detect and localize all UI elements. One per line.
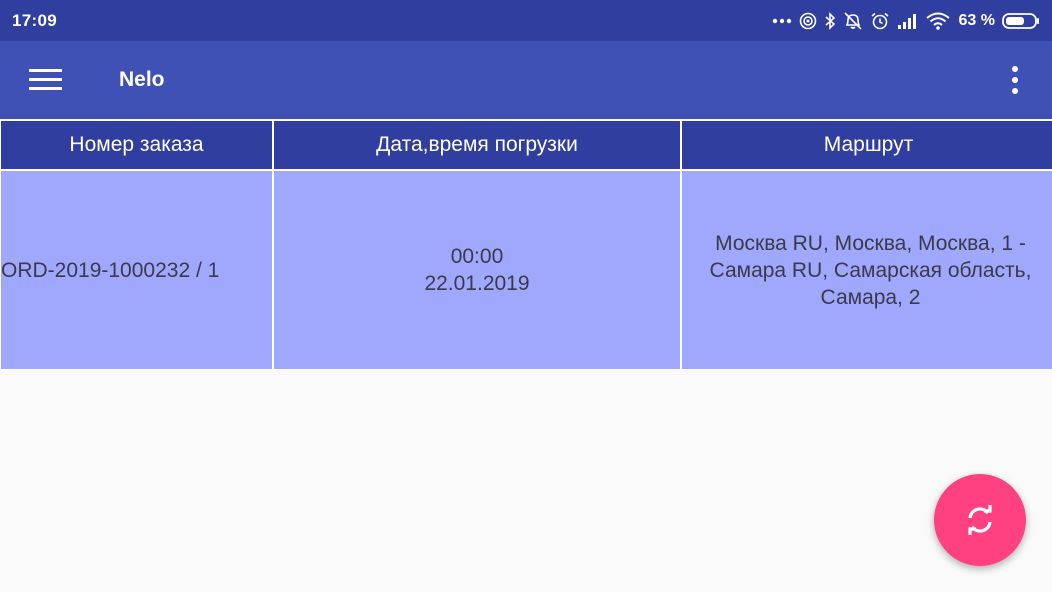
route-text: Москва RU, Москва, Москва, 1 - Самара RU… [686, 230, 1052, 311]
header-order-number[interactable]: Номер заказа [0, 120, 273, 170]
loading-time: 00:00 [450, 245, 504, 268]
table-header-row: Номер заказа Дата,время погрузки Маршрут [0, 120, 1052, 170]
app-bar: Nelo [0, 41, 1052, 119]
hotspot-icon [799, 12, 816, 29]
more-dots-icon [772, 18, 791, 23]
status-bar: 17:09 63 % [0, 0, 1052, 41]
order-number: ORD-2019-1000232 / 1 [1, 258, 220, 282]
route-line-1: Москва RU, Москва, Москва, 1 - [715, 231, 1026, 255]
route-cell[interactable]: Москва RU, Москва, Москва, 1 - Самара RU… [681, 170, 1052, 370]
order-number-cell[interactable]: ORD-2019-1000232 / 1 [0, 170, 273, 370]
loading-datetime-cell[interactable]: 00:00 22.01.2019 [273, 170, 681, 370]
orders-table: Номер заказа Дата,время погрузки Маршрут… [0, 120, 1052, 370]
battery-percent: 63 % [958, 11, 995, 29]
refresh-icon [968, 505, 992, 535]
status-time: 17:09 [12, 10, 57, 30]
refresh-button[interactable] [934, 474, 1026, 566]
bluetooth-icon [825, 11, 835, 30]
table-row[interactable]: ORD-2019-1000232 / 1 00:00 22.01.2019 Мо… [0, 170, 1052, 370]
wifi-icon [925, 12, 950, 30]
route-line-2: Самара RU, Самарская область, [709, 258, 1032, 282]
overflow-menu-button[interactable] [1004, 65, 1026, 95]
header-route[interactable]: Маршрут [681, 120, 1052, 170]
signal-icon [897, 13, 916, 29]
app-title: Nelo [119, 68, 165, 91]
alarm-icon [871, 12, 889, 29]
battery-icon [1002, 12, 1039, 29]
menu-button[interactable] [28, 67, 64, 93]
route-line-3: Самара, 2 [820, 285, 921, 309]
alarm-off-icon [843, 11, 862, 30]
header-loading-datetime[interactable]: Дата,время погрузки [273, 120, 681, 170]
more-vertical-icon [1012, 66, 1018, 94]
status-icons: 63 % [772, 12, 1040, 30]
hamburger-menu-icon [29, 69, 62, 90]
loading-date: 22.01.2019 [424, 272, 530, 295]
